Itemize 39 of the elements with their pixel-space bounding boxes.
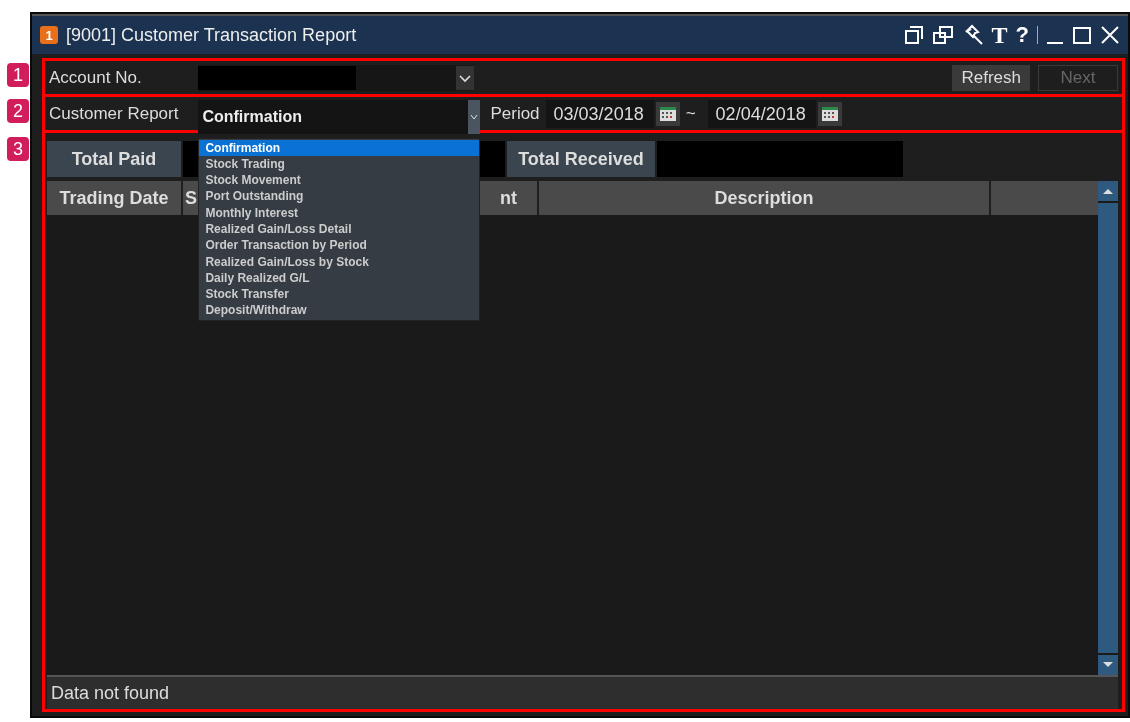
refresh-button[interactable]: Refresh (952, 64, 1030, 91)
calendar-icon[interactable] (817, 101, 842, 126)
dropdown-option[interactable]: Deposit/Withdraw (199, 302, 480, 319)
text-tool-icon[interactable]: T (991, 24, 1008, 46)
dropdown-option[interactable]: Stock Transfer (199, 286, 480, 303)
dropdown-option[interactable]: Realized Gain/Loss Detail (199, 221, 480, 238)
report-label: Customer Report (49, 103, 179, 124)
window-number-badge: 1 (40, 26, 58, 44)
range-separator: ~ (685, 103, 696, 124)
chevron-down-icon (470, 112, 479, 121)
dropdown-option[interactable]: Confirmation (199, 139, 480, 156)
period-label: Period (490, 103, 540, 124)
total-paid-label: Total Paid (47, 141, 181, 177)
calendar-icon[interactable] (655, 101, 680, 126)
dropdown-option[interactable]: Stock Trading (199, 155, 480, 173)
pop-out-icon[interactable] (903, 25, 924, 45)
scrollbar[interactable] (1098, 181, 1118, 675)
report-dropdown[interactable]: Confirmation (198, 99, 481, 134)
column-header: Trading Date (47, 181, 181, 215)
maximize-icon[interactable] (1072, 25, 1092, 45)
dropdown-option[interactable]: Order Transaction by Period (199, 237, 480, 254)
status-bar: Data not found (47, 675, 1118, 709)
scroll-up-icon[interactable] (1098, 181, 1118, 201)
date-field[interactable]: 03/03/2018 (545, 99, 654, 128)
window-title: [9001] Customer Transaction Report (66, 24, 357, 46)
close-icon[interactable] (1100, 25, 1120, 45)
column-header: Description (539, 181, 989, 215)
account-label: Account No. (49, 67, 142, 88)
total-received-label: Total Received (507, 141, 655, 177)
date-field[interactable]: 02/04/2018 (707, 99, 816, 128)
annotation-badge: 1 (7, 63, 29, 87)
help-icon[interactable]: ? (1015, 24, 1029, 46)
dropdown-option[interactable]: Realized Gain/Loss by Stock (199, 253, 480, 270)
scroll-down-icon[interactable] (1098, 655, 1118, 675)
dropdown-option[interactable]: Daily Realized G/L (199, 269, 480, 287)
annotation-badge: 3 (7, 137, 29, 161)
annotation-badge: 2 (7, 99, 29, 123)
chevron-down-icon (455, 65, 474, 90)
cascade-windows-icon[interactable] (931, 25, 954, 45)
